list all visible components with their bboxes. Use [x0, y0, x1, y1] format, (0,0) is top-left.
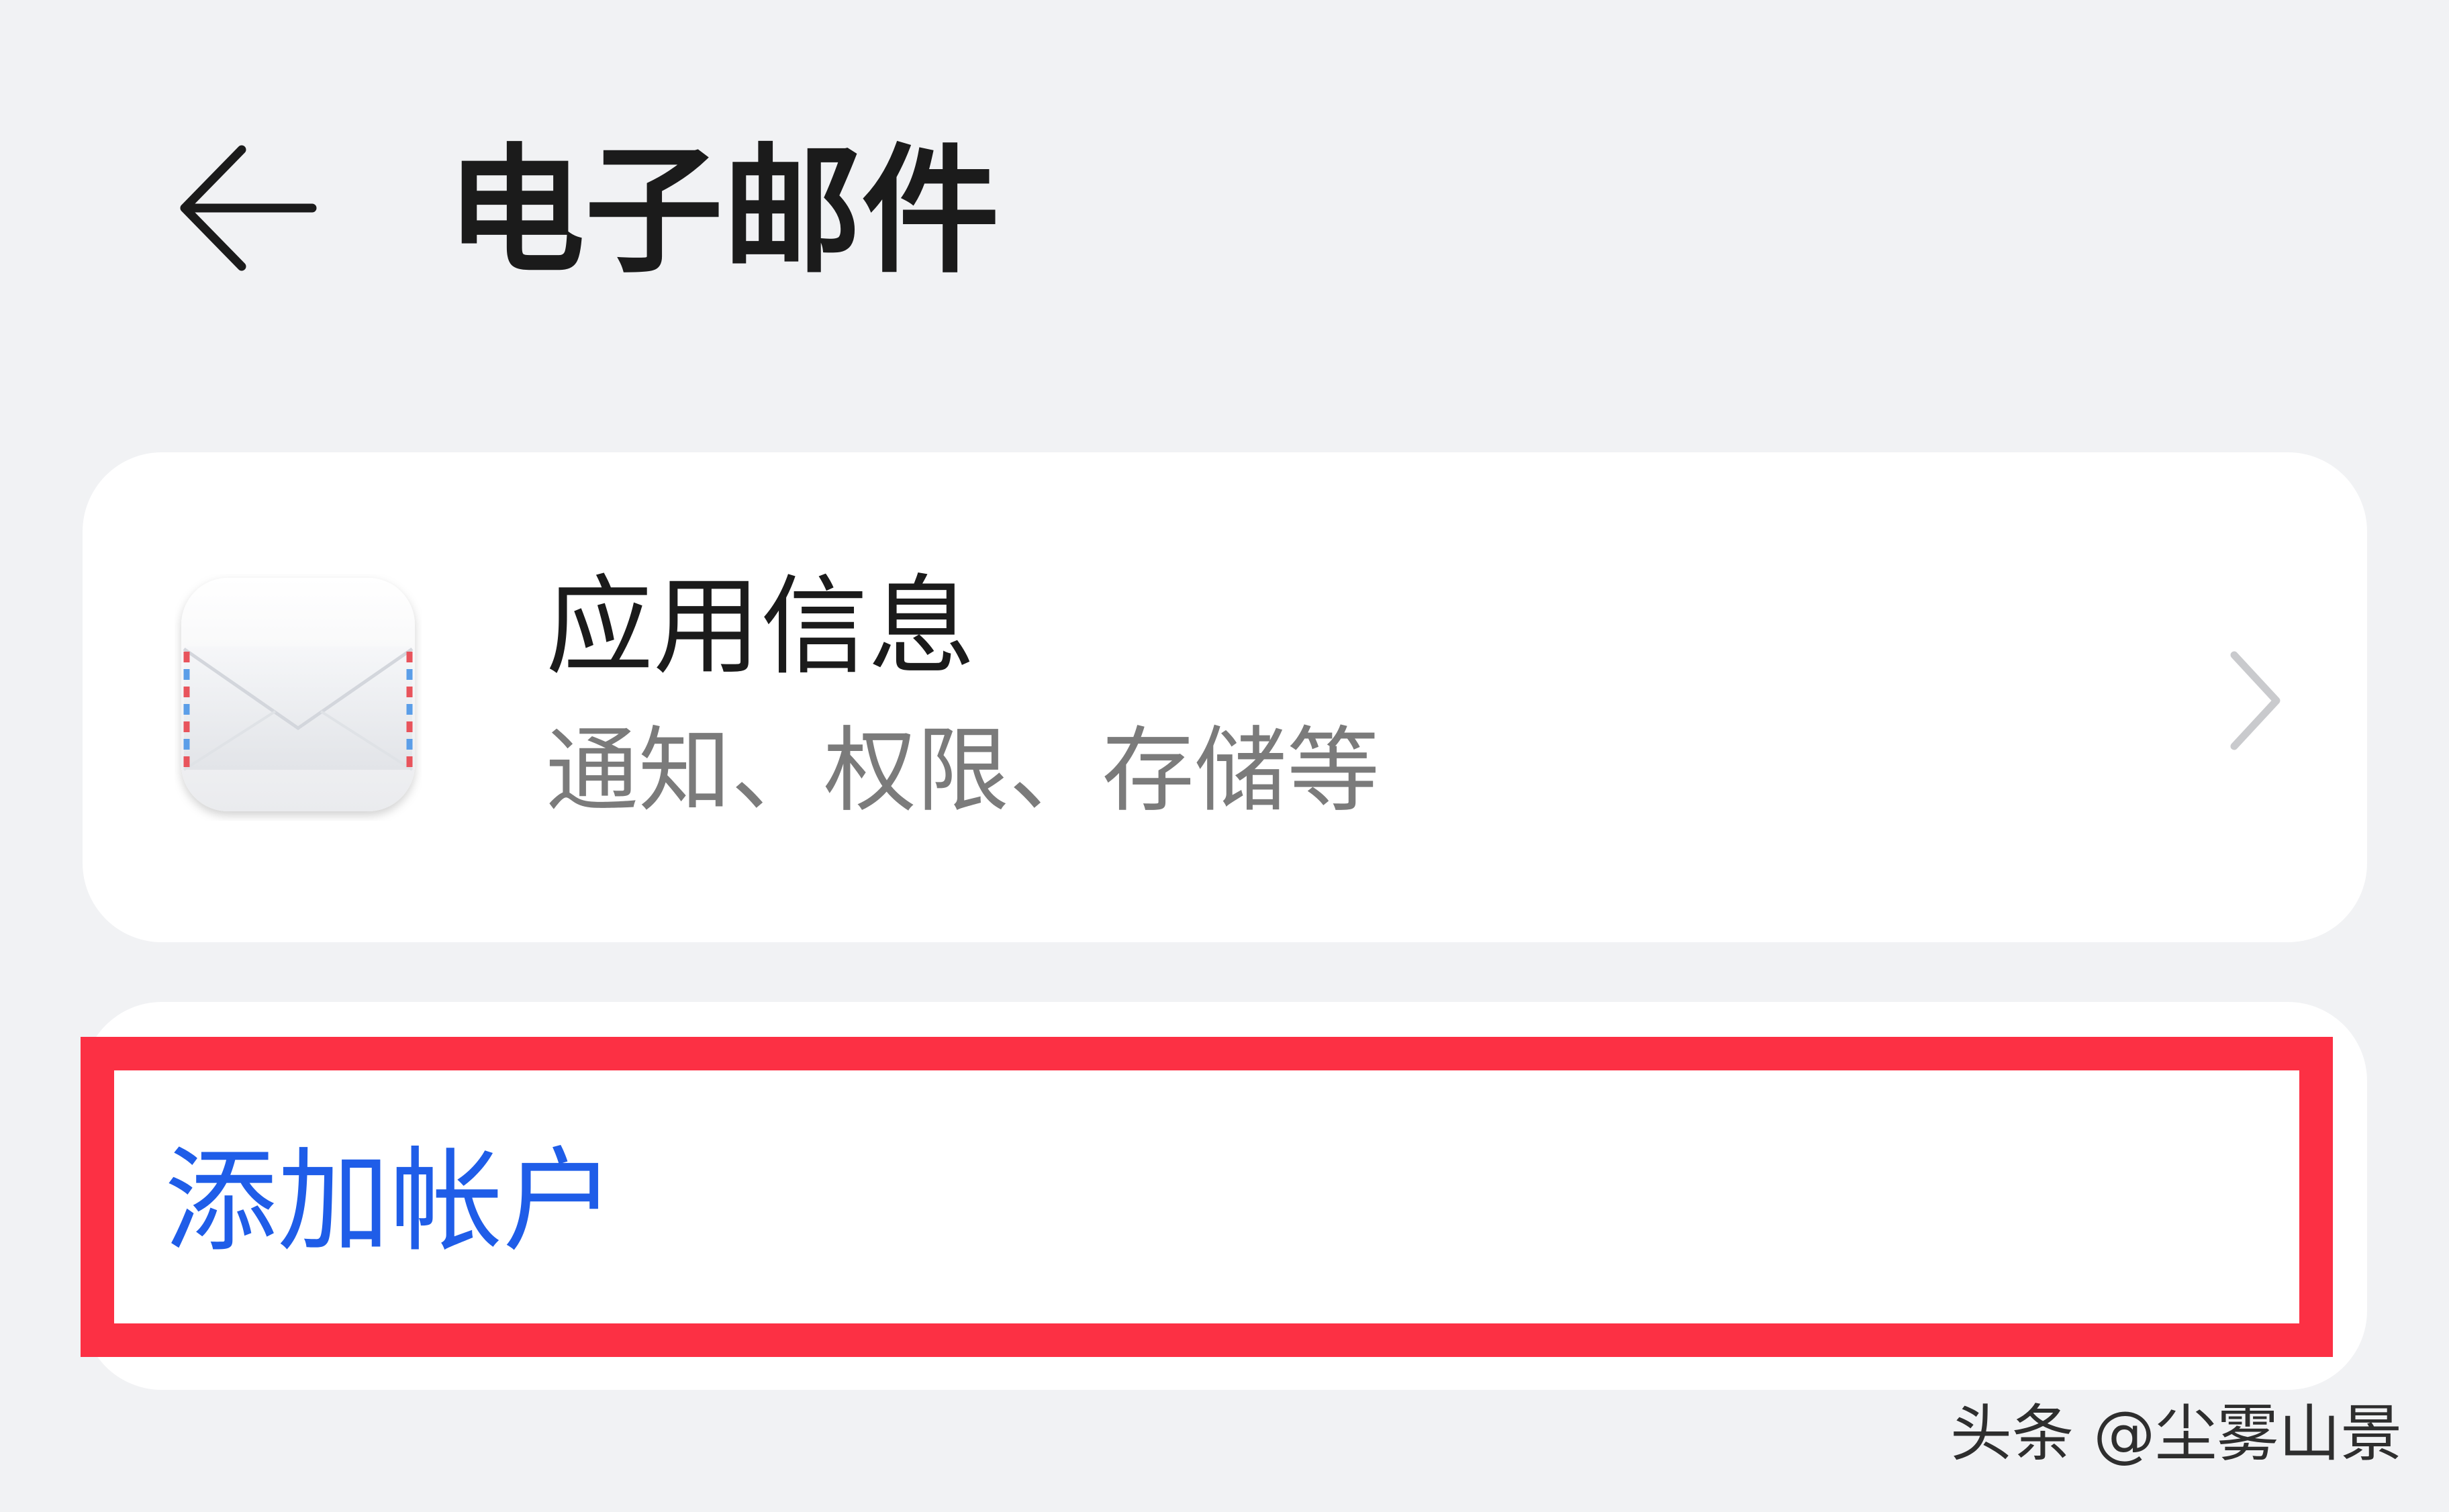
- app-info-subtitle: 通知、权限、存储等: [546, 717, 1380, 825]
- watermark: 头条 @尘雾山景: [1950, 1398, 2403, 1470]
- chevron-right-icon: [2230, 651, 2280, 750]
- arrow-left-icon: [180, 145, 317, 271]
- page-title: 电子邮件: [446, 131, 1000, 292]
- mail-envelope-icon: [181, 578, 415, 811]
- back-button[interactable]: [168, 128, 329, 289]
- app-info-item[interactable]: 应用信息 通知、权限、存储等: [83, 452, 2367, 942]
- add-account-button[interactable]: 添加帐户: [164, 1134, 616, 1268]
- app-info-title: 应用信息: [546, 564, 976, 689]
